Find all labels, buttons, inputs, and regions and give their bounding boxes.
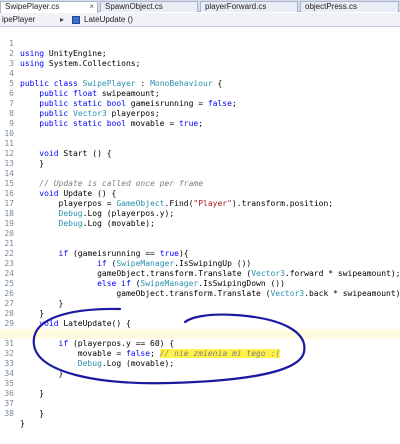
tab-label: SwipePlayer.cs [5, 2, 60, 11]
code-line[interactable]: 20 [0, 219, 400, 238]
code-line[interactable]: 34 [0, 359, 400, 378]
code-line[interactable]: 32 Debug.Log (movable); [0, 339, 400, 368]
tab-label: SpawnObject.cs [105, 2, 163, 11]
code-line[interactable]: 28 void LateUpdate() { [0, 299, 400, 328]
code-line[interactable]: 5 public float swipeamount; [0, 69, 400, 98]
tab-label: objectPress.cs [305, 2, 358, 11]
code-line[interactable]: 36 [0, 379, 400, 398]
code-line[interactable]: 3 [0, 49, 400, 68]
code-line[interactable]: 29 Debug.Log ("lateupdatedziala"); //dot… [0, 309, 400, 338]
code-line[interactable]: 16 playerpos = GameObject.Find("Player")… [0, 179, 400, 208]
code-editor[interactable]: 1 using UnityEngine; 2 using System.Coll… [0, 29, 400, 444]
code-line[interactable]: 9 [0, 109, 400, 128]
line-number: 38 [4, 409, 14, 418]
code-line[interactable]: 15 void Update () { [0, 169, 400, 198]
method-selector[interactable]: LateUpdate () [84, 15, 133, 25]
code-line[interactable]: 17 Debug.Log (playerpos.y); [0, 189, 400, 218]
code-line[interactable]: 37 } [0, 389, 400, 418]
code-line[interactable]: 4 public class SwipePlayer : MonoBehavio… [0, 59, 400, 88]
code-line[interactable]: 12 } [0, 139, 400, 168]
code-line[interactable]: 25 gameObject.transform.Translate (Vecto… [0, 269, 400, 298]
tab-playerforward[interactable]: playerForward.cs [200, 1, 298, 12]
code-line[interactable]: 19 [0, 209, 400, 228]
tab-label: playerForward.cs [205, 2, 267, 11]
code-text: } [20, 419, 25, 428]
code-line[interactable]: 30 if (playerpos.y == 60) { [0, 319, 400, 348]
tab-objectpress[interactable]: objectPress.cs [300, 1, 399, 12]
method-icon [72, 16, 80, 24]
tab-spawnobject[interactable]: SpawnObject.cs [100, 1, 198, 12]
breadcrumb-separator-icon: ▸ [60, 15, 65, 24]
code-line[interactable]: 27 } [0, 289, 400, 318]
code-line[interactable]: 23 gameObject.transform.Translate (Vecto… [0, 249, 400, 278]
code-line[interactable]: 35 } [0, 369, 400, 398]
code-line[interactable]: 7 public Vector3 playerpos; [0, 89, 400, 118]
navigation-bar: ipePlayer ▸ LateUpdate () [0, 13, 400, 27]
code-line[interactable]: 11 void Start () { [0, 129, 400, 158]
code-line[interactable]: 8 public static bool movable = true; [0, 99, 400, 128]
code-line[interactable]: 26 } [0, 279, 400, 308]
code-line[interactable]: 33 } [0, 349, 400, 378]
code-line[interactable]: 1 using UnityEngine; [0, 29, 400, 58]
code-line[interactable]: 24 else if (SwipeManager.IsSwipingDown (… [0, 259, 400, 288]
code-line[interactable]: 38 } [0, 399, 400, 428]
close-icon[interactable]: × [89, 2, 94, 12]
tab-bar: SwipePlayer.cs × SpawnObject.cs playerFo… [0, 0, 400, 13]
code-line[interactable]: 18 Debug.Log (movable); [0, 199, 400, 228]
code-line-current[interactable]: 31 movable = false; // nie zmienia mi te… [0, 329, 400, 358]
code-line[interactable]: 14 // Update is called once per frame [0, 159, 400, 188]
class-selector[interactable]: ipePlayer [2, 15, 35, 25]
code-line[interactable]: 2 using System.Collections; [0, 39, 400, 68]
code-text: } [20, 409, 45, 418]
tab-swipeplayer[interactable]: SwipePlayer.cs × [0, 1, 98, 13]
code-line[interactable]: 10 [0, 119, 400, 138]
code-line[interactable]: 13 [0, 149, 400, 168]
code-line[interactable]: 22 if (SwipeManager.IsSwipingUp ()) [0, 239, 400, 268]
code-line[interactable]: 6 public static bool gameisrunning = fal… [0, 79, 400, 108]
code-line[interactable]: 21 if (gameisrunning == true){ [0, 229, 400, 258]
